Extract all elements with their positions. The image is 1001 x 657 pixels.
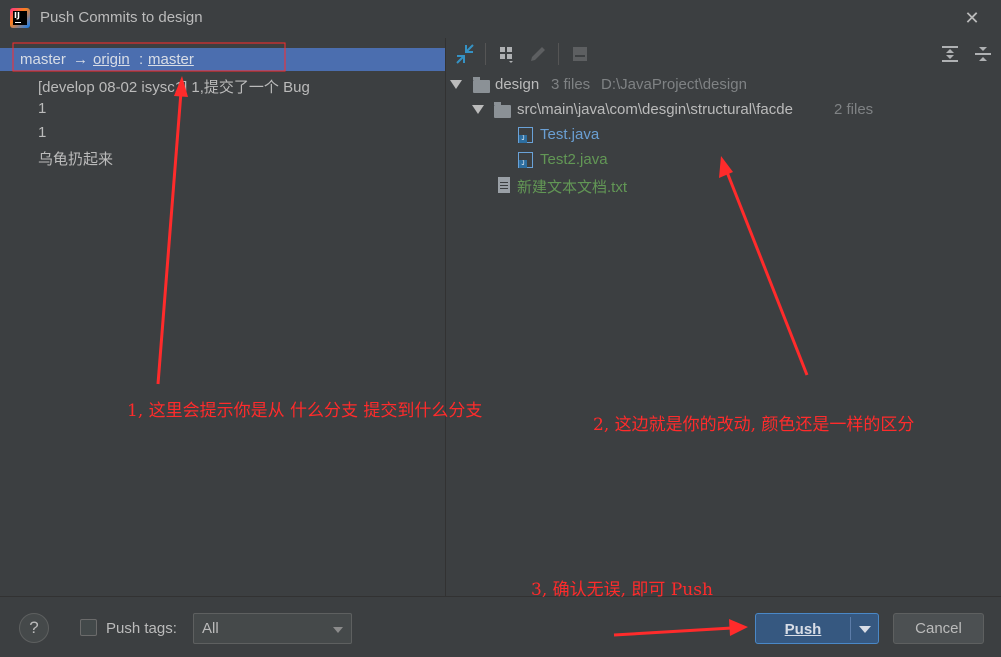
title-bar: IJ Push Commits to design ✕ [0,0,1001,38]
collapse-arrows-icon[interactable] [455,44,475,64]
collapse-all-icon[interactable] [973,44,993,64]
expand-all-icon[interactable] [940,44,960,64]
annotation-note-2: 2, 这边就是你的改动, 颜色还是一样的区分 [593,415,915,435]
push-options-dropdown-icon[interactable] [859,626,871,633]
folder-icon [473,77,490,93]
commit-item[interactable]: [develop 08-02 isysc1] 1,提交了一个 Bug [38,76,310,97]
tags-select-value: All [202,620,219,637]
source-branch: master [20,51,66,68]
commit-item[interactable]: 1 [38,124,46,141]
expand-triangle-icon[interactable] [472,105,484,114]
commits-pane: master → origin : master [develop 08-02 … [0,38,445,596]
edit-pencil-icon[interactable] [528,44,548,64]
preview-diff-icon[interactable] [570,44,590,64]
push-button[interactable]: Push [755,613,879,644]
changes-pane: design 3 files D:\JavaProject\design src… [446,38,1001,596]
folder-icon [494,102,511,118]
file-name: Test.java [540,126,600,143]
file-name: 新建文本文档.txt [517,179,628,196]
tree-file-row[interactable]: Test2.java [446,150,1001,170]
file-name: Test2.java [540,151,608,168]
push-button-label[interactable]: Push [756,621,850,638]
folder-name: src\main\java\com\desgin\structural\facd… [517,101,793,118]
commit-item[interactable]: 乌龟扔起来 [38,148,113,169]
close-icon[interactable]: ✕ [962,8,982,28]
intellij-logo-icon: IJ [10,8,30,28]
branch-separator: : [139,51,144,68]
commit-item[interactable]: 1 [38,100,46,117]
root-name: design [495,76,540,93]
root-path: D:\JavaProject\design [601,76,747,93]
dialog-footer: ? Push tags: All Push Cancel [0,597,1001,657]
annotation-note-1: 1, 这里会提示你是从 什么分支 提交到什么分支 [127,401,483,421]
push-tags-checkbox[interactable] [80,619,97,636]
text-file-icon [498,177,510,193]
push-button-separator [850,617,851,640]
folder-count: 2 files [834,101,874,118]
cancel-button[interactable]: Cancel [893,613,984,644]
toolbar-separator [558,43,559,65]
dialog-title: Push Commits to design [40,9,203,26]
java-file-icon [518,127,533,143]
tags-select[interactable]: All [193,613,352,644]
tree-folder-row[interactable]: src\main\java\com\desgin\structural\facd… [446,100,1001,120]
remote-link[interactable]: origin [93,51,130,68]
toolbar-separator [485,43,486,65]
tree-file-row[interactable]: 新建文本文档.txt [446,175,1001,196]
root-count: 3 files [551,76,591,93]
target-branch-link[interactable]: master [148,51,194,68]
help-button[interactable]: ? [19,613,49,643]
annotation-note-3: 3, 确认无误, 即可 Push [531,580,713,600]
branch-row[interactable]: master → origin : master [0,48,445,71]
java-file-icon [518,152,533,168]
chevron-down-icon [333,627,343,633]
tree-file-row[interactable]: Test.java [446,125,1001,145]
expand-triangle-icon[interactable] [450,80,462,89]
branch-arrow: → [73,51,88,68]
push-tags-label[interactable]: Push tags: [106,620,177,637]
group-by-icon[interactable] [498,44,518,64]
tree-root-row[interactable]: design 3 files D:\JavaProject\design [446,75,1001,95]
